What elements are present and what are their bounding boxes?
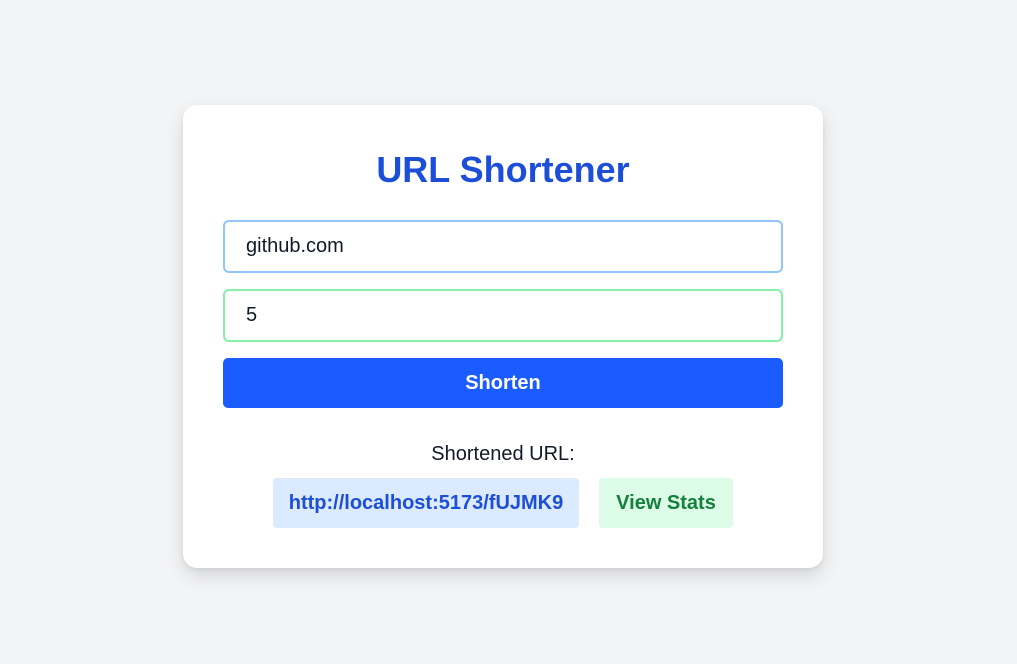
view-stats-button[interactable]: View Stats [599, 478, 733, 528]
shortener-card: URL Shortener Shorten Shortened URL: htt… [183, 105, 823, 568]
validity-input[interactable] [223, 289, 783, 342]
url-input[interactable] [223, 220, 783, 273]
shortened-url-label: Shortened URL: [431, 443, 575, 465]
shorten-button[interactable]: Shorten [223, 358, 783, 408]
shortened-url-link[interactable]: http://localhost:5173/fUJMK9 [273, 478, 579, 528]
page-title: URL Shortener [376, 149, 630, 190]
